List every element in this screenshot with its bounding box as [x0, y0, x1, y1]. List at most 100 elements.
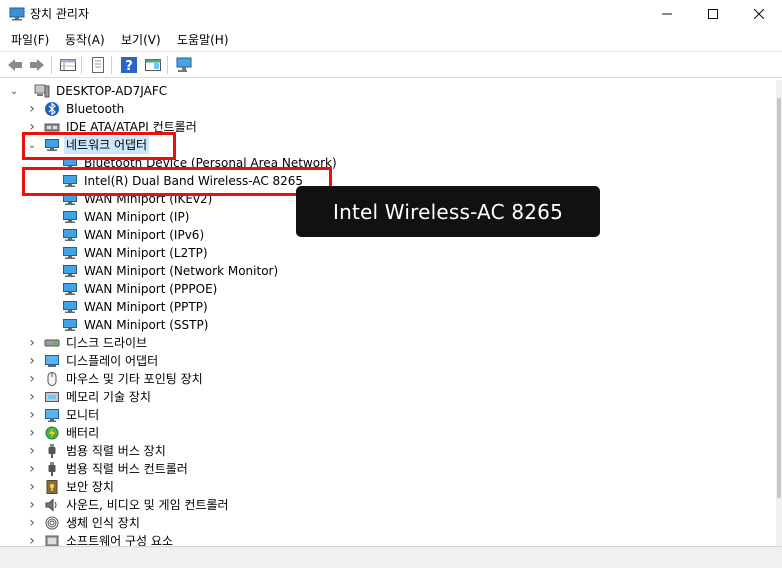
menu-bar: 파일(F) 동작(A) 보기(V) 도움말(H) [0, 28, 782, 50]
tree-item-label: 생체 인식 장치 [66, 516, 140, 530]
scan-hardware-icon[interactable] [175, 56, 193, 74]
tree-item-label: WAN Miniport (IP) [84, 210, 190, 224]
callout-label: Intel Wireless-AC 8265 [296, 186, 600, 237]
status-bar [0, 546, 782, 568]
action-pane-icon[interactable] [144, 56, 162, 74]
tree-category-item[interactable]: › 소프트웨어 구성 요소 [26, 532, 175, 546]
tree-item-label: WAN Miniport (L2TP) [84, 246, 208, 260]
tree-category-item[interactable]: › 디스플레이 어댑터 [26, 352, 160, 370]
close-button[interactable] [736, 0, 782, 28]
highlight-box-intel-wireless [22, 167, 332, 196]
tree-category-item[interactable]: › 메모리 기술 장치 [26, 388, 153, 406]
chevron-right-icon[interactable]: › [26, 352, 38, 370]
tree-item-label: 범용 직렬 버스 컨트롤러 [66, 462, 188, 476]
tree-item-label: 디스플레이 어댑터 [66, 354, 159, 368]
tree-device-item[interactable]: WAN Miniport (SSTP) [44, 316, 210, 334]
tree-device-item[interactable]: WAN Miniport (IPv6) [44, 226, 206, 244]
tree-item-label: 사운드, 비디오 및 게임 컨트롤러 [66, 498, 229, 512]
usb-icon [48, 462, 56, 476]
tree-item-label: WAN Miniport (Network Monitor) [84, 264, 279, 278]
chevron-right-icon[interactable]: › [26, 424, 38, 442]
network-child-icon [63, 211, 77, 223]
tree-device-item[interactable]: WAN Miniport (IP) [44, 208, 191, 226]
toolbar-separator [111, 56, 112, 74]
tree-category-item[interactable]: › 디스크 드라이브 [26, 334, 149, 352]
toolbar: ? [0, 51, 782, 78]
tree-item-label: 모니터 [66, 408, 100, 422]
tree-item-label: 범용 직렬 버스 장치 [66, 444, 166, 458]
device-manager-icon [9, 7, 25, 21]
tree-item-label: 메모리 기술 장치 [66, 390, 151, 404]
highlight-box-network-adapter [22, 132, 176, 160]
tree-device-item[interactable]: WAN Miniport (Network Monitor) [44, 262, 280, 280]
tree-category-item[interactable]: › 범용 직렬 버스 컨트롤러 [26, 460, 190, 478]
tree-item-label: WAN Miniport (PPTP) [84, 300, 208, 314]
tree-item-label: WAN Miniport (SSTP) [84, 318, 209, 332]
mouse-icon [47, 372, 57, 386]
chevron-right-icon[interactable]: › [26, 370, 38, 388]
menu-view[interactable]: 보기(V) [121, 31, 161, 48]
chevron-right-icon[interactable]: › [26, 460, 38, 478]
chevron-right-icon[interactable]: › [26, 388, 38, 406]
tree-category-item[interactable]: › 사운드, 비디오 및 게임 컨트롤러 [26, 496, 231, 514]
chevron-right-icon[interactable]: › [26, 478, 38, 496]
window-title: 장치 관리자 [30, 7, 90, 21]
tree-device-item[interactable]: WAN Miniport (PPPOE) [44, 280, 219, 298]
menu-file[interactable]: 파일(F) [11, 31, 49, 48]
svg-text:?: ? [125, 59, 133, 74]
software-component-icon [45, 535, 59, 546]
scrollbar-thumb[interactable] [777, 98, 781, 498]
tree-item-label: WAN Miniport (IPv6) [84, 228, 205, 242]
usb-icon [48, 444, 56, 458]
menu-action[interactable]: 동작(A) [65, 31, 105, 48]
tree-item-label: WAN Miniport (PPPOE) [84, 282, 218, 296]
network-child-icon [63, 229, 77, 241]
toolbar-separator [167, 56, 168, 74]
tree-item-label: 보안 장치 [66, 480, 114, 494]
tree-category-item[interactable]: › 마우스 및 기타 포인팅 장치 [26, 370, 205, 388]
chevron-right-icon[interactable]: › [26, 100, 38, 118]
document-icon[interactable] [89, 56, 107, 74]
bluetooth-icon [45, 102, 59, 116]
network-child-icon [63, 319, 77, 331]
chevron-right-icon[interactable]: › [26, 442, 38, 460]
chevron-right-icon[interactable]: › [26, 334, 38, 352]
network-child-icon [63, 283, 77, 295]
tree-category-item[interactable]: › Bluetooth [26, 100, 126, 118]
tree-item-label: 디스크 드라이브 [66, 336, 148, 350]
chevron-right-icon[interactable]: › [26, 514, 38, 532]
tree-device-item[interactable]: WAN Miniport (PPTP) [44, 298, 210, 316]
minimize-button[interactable] [644, 0, 690, 28]
network-child-icon [63, 265, 77, 277]
security-icon [46, 480, 58, 494]
chevron-right-icon[interactable]: › [26, 532, 38, 546]
tree-item-label: 마우스 및 기타 포인팅 장치 [66, 372, 203, 386]
maximize-button[interactable] [690, 0, 736, 28]
tree-item-label: Bluetooth [66, 102, 125, 116]
speaker-icon [45, 498, 57, 512]
title-bar: 장치 관리자 [0, 0, 782, 28]
network-child-icon [63, 301, 77, 313]
tree-category-item[interactable]: › 배터리 [26, 424, 101, 442]
chevron-down-icon[interactable]: ⌄ [8, 82, 20, 100]
back-arrow-icon[interactable] [6, 56, 24, 74]
display-adapter-icon [45, 355, 59, 367]
tree-category-item[interactable]: › 모니터 [26, 406, 101, 424]
tree-category-item[interactable]: › 범용 직렬 버스 장치 [26, 442, 168, 460]
tree-device-item[interactable]: WAN Miniport (L2TP) [44, 244, 210, 262]
chevron-right-icon[interactable]: › [26, 406, 38, 424]
help-icon[interactable]: ? [120, 56, 138, 74]
tree-category-item[interactable]: › 보안 장치 [26, 478, 116, 496]
computer-icon [34, 84, 50, 98]
tree-category-item[interactable]: › 생체 인식 장치 [26, 514, 142, 532]
disk-drive-icon [44, 339, 60, 347]
chevron-right-icon[interactable]: › [26, 496, 38, 514]
properties-grid-icon[interactable] [59, 56, 77, 74]
forward-arrow-icon[interactable] [28, 56, 46, 74]
tree-root-label: DESKTOP-AD7JAFC [56, 84, 168, 98]
battery-icon [45, 426, 59, 440]
tree-item-label: 배터리 [66, 426, 100, 440]
menu-help[interactable]: 도움말(H) [177, 31, 229, 48]
tree-root[interactable]: ⌄ DESKTOP-AD7JAFC [8, 82, 169, 100]
fingerprint-icon [45, 516, 59, 530]
